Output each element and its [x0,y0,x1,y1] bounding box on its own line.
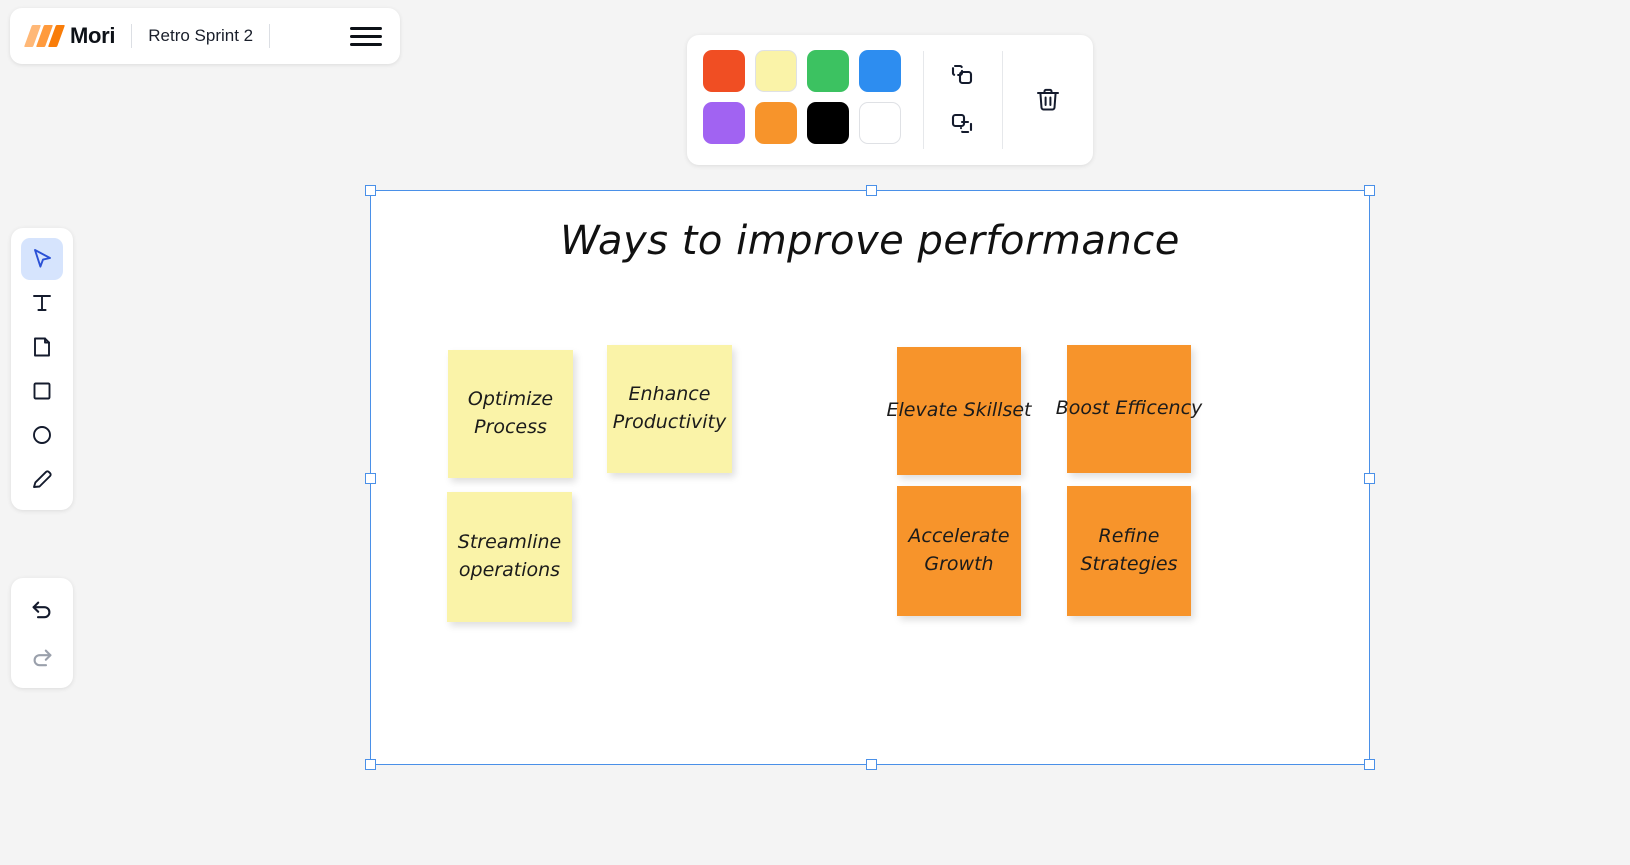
swatch-purple[interactable] [703,102,745,144]
tool-select[interactable] [21,238,63,280]
header-divider-2 [269,24,271,48]
style-toolbar [687,35,1093,165]
sticky-note-text: Enhance Productivity [612,383,727,433]
sticky-note-text: Optimize Process [467,388,554,438]
tool-rectangle[interactable] [21,370,63,412]
redo-button[interactable] [21,636,63,678]
app-logo[interactable]: Mori [23,23,116,49]
swatch-white[interactable] [859,102,901,144]
undo-button[interactable] [21,588,63,630]
swatch-green[interactable] [807,50,849,92]
hamburger-icon[interactable] [350,23,382,49]
group-actions [924,35,1002,165]
sticky-note-text: Refine Strategies [1080,525,1178,575]
mori-logo-icon [23,25,66,47]
app-header: Mori Retro Sprint 2 [10,8,400,64]
sticky-note[interactable]: Enhance Productivity [607,345,732,473]
tool-text[interactable] [21,282,63,324]
board-name-label[interactable]: Retro Sprint 2 [148,26,253,46]
board-canvas[interactable]: Ways to improve performance Optimize Proc… [370,190,1370,765]
swatch-orange[interactable] [755,102,797,144]
tool-rail [11,228,73,510]
sticky-note-text: Boost Efficency [1055,397,1203,420]
delete-action [1003,35,1093,165]
sticky-note[interactable]: Optimize Process [448,350,573,478]
logo-text: Mori [70,23,116,48]
trash-icon[interactable] [1031,83,1065,117]
board-title[interactable]: Ways to improve performance [370,218,1370,264]
sticky-note-text: Elevate Skillset [886,399,1032,422]
swatch-blue[interactable] [859,50,901,92]
sticky-note[interactable]: Accelerate Growth [897,486,1021,616]
group-icon[interactable] [946,59,980,93]
sticky-note[interactable]: Boost Efficency [1056,345,1202,473]
swatch-red[interactable] [703,50,745,92]
history-rail [11,578,73,688]
sticky-note-text: Streamline operations [457,531,562,581]
color-swatch-grid [687,35,923,165]
swatch-black[interactable] [807,102,849,144]
sticky-note[interactable]: Refine Strategies [1067,486,1191,616]
tool-pen[interactable] [21,458,63,500]
tool-ellipse[interactable] [21,414,63,456]
tool-note[interactable] [21,326,63,368]
sticky-note[interactable]: Elevate Skillset [887,347,1032,475]
ungroup-icon[interactable] [946,107,980,141]
sticky-note-text: Accelerate Growth [908,525,1010,575]
header-divider-1 [131,24,133,48]
sticky-note[interactable]: Streamline operations [447,492,572,622]
swatch-yellow[interactable] [755,50,797,92]
